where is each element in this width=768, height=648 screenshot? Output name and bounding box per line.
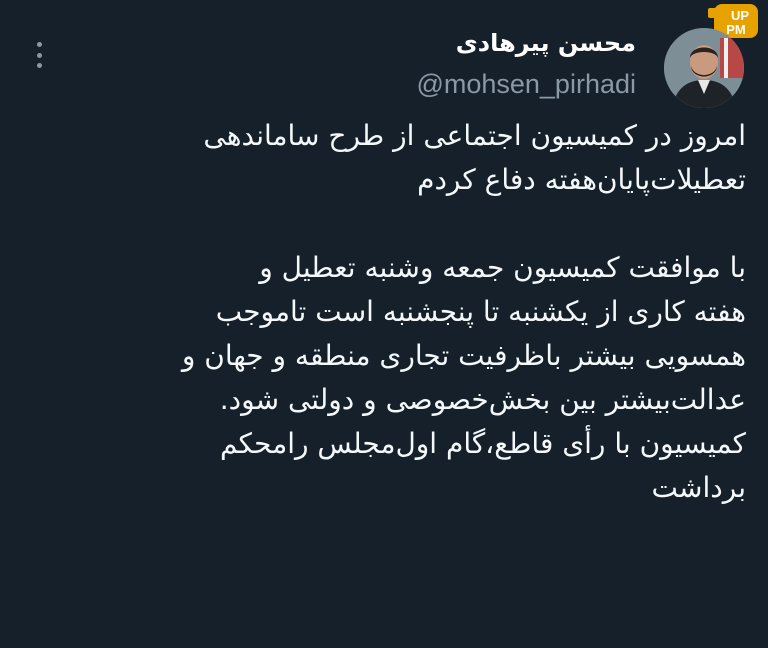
tweet-line: کمیسیون با رأی قاطع،گام اول‌مجلس رامحکم xyxy=(220,427,746,460)
more-dot xyxy=(36,63,42,68)
more-options-icon[interactable] xyxy=(32,42,46,68)
tweet-line: امروز در کمیسیون اجتماعی از طرح ساماندهی xyxy=(203,119,746,152)
author-info: محسن پیرهادی @mohsen_pirhadi xyxy=(416,26,636,102)
tweet-line: برداشت xyxy=(651,471,746,504)
tweet-line: هفته کاری از یکشنبه تا پنجشنبه است تاموج… xyxy=(215,295,746,328)
more-dot xyxy=(36,42,42,47)
tweet-line: با موافقت کمیسیون جمعه وشنبه تعطیل و xyxy=(259,251,746,284)
tweet-paragraph-gap xyxy=(20,202,746,246)
more-dot xyxy=(36,52,42,58)
author-display-name[interactable]: محسن پیرهادی xyxy=(416,26,636,60)
tweet-line: عدالت‌بیشتر بین بخش‌خصوصی و دولتی شود. xyxy=(219,383,746,416)
tweet-line: همسویی بیشتر باظرفیت تجاری منطقه و جهان … xyxy=(181,339,746,372)
avatar-image xyxy=(664,28,744,108)
tweet-header: محسن پیرهادی @mohsen_pirhadi xyxy=(416,20,744,108)
tweet-text: امروز در کمیسیون اجتماعی از طرح ساماندهی… xyxy=(20,114,746,510)
tweet-line: تعطیلات‌پایان‌هفته دفاع کردم xyxy=(417,163,746,196)
author-handle[interactable]: @mohsen_pirhadi xyxy=(416,66,636,102)
avatar[interactable] xyxy=(664,28,744,108)
